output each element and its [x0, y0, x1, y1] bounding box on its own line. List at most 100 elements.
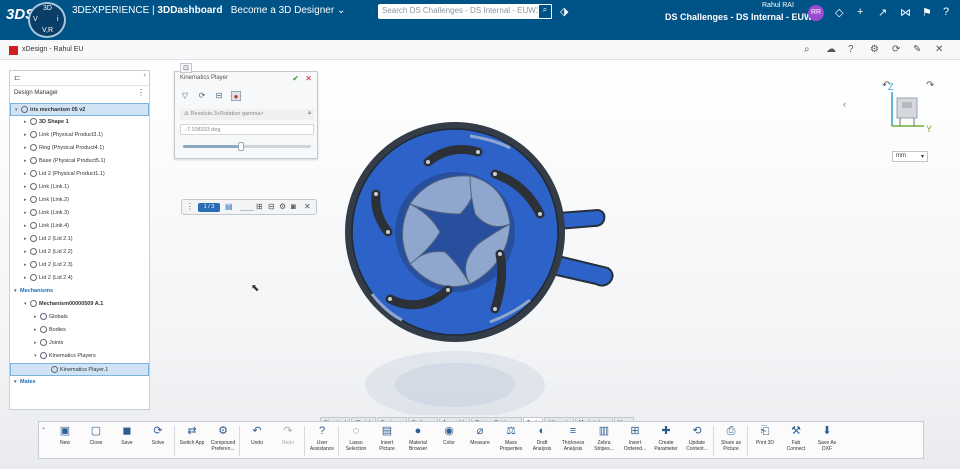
collapse-panel-icon[interactable]: ‹ [144, 72, 146, 79]
expand-arrow-icon[interactable]: ▸ [24, 246, 30, 259]
search-icon[interactable]: ⌕ [804, 44, 810, 55]
tree-item[interactable]: ▾ Kinematics Players [10, 350, 149, 363]
expand-arrow-icon[interactable]: ▸ [34, 311, 40, 324]
thickness-analysis-button[interactable]: ≡ Thickness Analysis [557, 425, 589, 459]
insert-step-icon[interactable]: ⊟ [268, 202, 275, 211]
measure-button[interactable]: ⌀ Measure [464, 425, 496, 459]
expand-arrow-icon[interactable]: ▸ [24, 272, 30, 285]
sensor-icon[interactable]: ⟳ [197, 91, 207, 101]
compass-icon[interactable]: 3D V i V,R [28, 2, 66, 38]
filter-icon[interactable]: ▽ [180, 91, 190, 101]
compound-preferen-button[interactable]: ⚙ Compound Preferen... [207, 425, 239, 459]
color-button[interactable]: ◉ Color [433, 425, 465, 459]
user-assistance-button[interactable]: ? User Assistance [306, 425, 338, 459]
expand-arrow-icon[interactable]: ▸ [34, 324, 40, 337]
panel-tab-icon[interactable]: ⊡ [180, 63, 192, 73]
lock-icon[interactable]: ⊟ [214, 91, 224, 101]
expand-arrow-icon[interactable]: ▸ [24, 194, 30, 207]
pin-icon[interactable]: ✎ [913, 44, 921, 55]
tree-item[interactable]: ▸ Lid 2 (Lid 2.4) [10, 272, 149, 285]
expand-arrow-icon[interactable]: ▸ [24, 181, 30, 194]
expand-arrow-icon[interactable]: ▸ [24, 220, 30, 233]
close-button[interactable]: ▢ Close [80, 425, 112, 459]
new-button[interactable]: ▣ New [49, 425, 81, 459]
collapse-toolbar-icon[interactable]: ⌄ [41, 424, 46, 431]
tree-item[interactable]: ▸ Link (Link.2) [10, 194, 149, 207]
lasso-selection-button[interactable]: ◌ Lasso Selection [340, 425, 372, 459]
tree-item[interactable]: ▸ Link (Link.3) [10, 207, 149, 220]
units-select[interactable]: mm ▾ [892, 151, 928, 162]
iris-mechanism-model[interactable] [330, 114, 630, 354]
expand-arrow-icon[interactable]: ▸ [24, 168, 30, 181]
tree-item[interactable]: ▸ Lid 2 (Lid 2.3) [10, 259, 149, 272]
cloud-icon[interactable]: ☁ [826, 44, 836, 55]
tree-item[interactable]: Kinematics Player.1 [10, 363, 149, 376]
expand-arrow-icon[interactable]: ▸ [24, 155, 30, 168]
slider-handle[interactable] [237, 142, 244, 151]
grip-icon[interactable]: ⋮ [186, 202, 194, 211]
gear-icon[interactable]: ⚙ [279, 202, 286, 211]
save-button[interactable]: ◼ Save [111, 425, 143, 459]
gear-icon[interactable]: ⚙ [870, 44, 879, 55]
mass-properties-button[interactable]: ⚖ Mass Properties [495, 425, 527, 459]
tree-item[interactable]: ▸ Ring (Physical Product4.1) [10, 142, 149, 155]
fab-connect-button[interactable]: ⚒ Fab Connect [780, 425, 812, 459]
close-icon[interactable]: ✕ [304, 202, 311, 211]
switch-app-button[interactable]: ⇄ Switch App [176, 425, 208, 459]
chevron-down-icon[interactable]: ▾ [921, 153, 924, 160]
add-step-icon[interactable]: ⊞ [256, 202, 263, 211]
tree-item[interactable]: ▾ iris mechanism 05 v2 [10, 103, 149, 116]
refresh-icon[interactable]: ⟳ [892, 44, 900, 55]
collapse-right-icon[interactable]: ‹ [843, 99, 846, 109]
expand-arrow-icon[interactable]: ▾ [34, 350, 40, 363]
help-icon[interactable]: ? [848, 44, 854, 55]
apps-icon[interactable]: ⚑ [922, 6, 932, 19]
insert-picture-button[interactable]: ▤ Insert Picture [371, 425, 403, 459]
create-parameter-button[interactable]: ✚ Create Parameter [650, 425, 682, 459]
tree-item[interactable]: ▸ Lid 2 (Lid 2.1) [10, 233, 149, 246]
undo-button[interactable]: ↶ Undo [241, 425, 273, 459]
zebra-stripes-button[interactable]: ▥ Zebra Stripes... [588, 425, 620, 459]
redo-button[interactable]: ↷ Redo [272, 425, 304, 459]
tree-item[interactable]: ▸ Bodies [10, 324, 149, 337]
tree-item[interactable]: ▸ Link (Link.4) [10, 220, 149, 233]
lock-icon[interactable]: 🔒︎ [308, 110, 311, 117]
expand-arrow-icon[interactable]: ▸ [34, 337, 40, 350]
search-icon[interactable]: ⌕ [538, 4, 552, 19]
tree-item[interactable]: ▸ Link (Link.1) [10, 181, 149, 194]
search-input[interactable]: Search DS Challenges - DS Internal - EUW… [378, 4, 550, 19]
step-counter[interactable]: 1 / 3 [198, 203, 220, 212]
share-as-picture-button[interactable]: ⎙ Share as Picture [715, 425, 747, 459]
close-icon[interactable]: ✕ [305, 74, 312, 83]
tree-item[interactable]: ▸ Lid 2 (Physical Product1.1) [10, 168, 149, 181]
avatar[interactable]: RR [808, 5, 824, 21]
tree-item[interactable]: ▸ Globals [10, 311, 149, 324]
expand-arrow-icon[interactable]: ▸ [24, 129, 30, 142]
expand-arrow-icon[interactable]: ▸ [24, 116, 30, 129]
list-icon[interactable]: ▤ [225, 202, 233, 211]
tree-item[interactable]: ▾ Mates [10, 376, 149, 389]
material-browser-button[interactable]: ● Material Browser [402, 425, 434, 459]
expand-arrow-icon[interactable]: ▾ [24, 298, 30, 311]
tree-item[interactable]: ▸ Base (Physical Product5.1) [10, 155, 149, 168]
tree-icon[interactable]: ⊏ [14, 73, 21, 82]
joint-selector[interactable]: ⚠ Revolute.3<Rotation gamma> 🔒︎ [180, 109, 314, 120]
expand-arrow-icon[interactable]: ▸ [24, 233, 30, 246]
share-icon[interactable]: ↗ [878, 6, 887, 19]
tenant-selector[interactable]: DS Challenges - DS Internal - EUW1 [665, 12, 818, 22]
joint-value-input[interactable]: -7.108333 deg [180, 124, 314, 135]
tree-item[interactable]: ▾ Mechanisms [10, 285, 149, 298]
record-icon[interactable]: ● [231, 91, 241, 101]
help-icon[interactable]: ? [943, 6, 949, 18]
expand-arrow-icon[interactable]: ▸ [24, 259, 30, 272]
expand-arrow-icon[interactable]: ▸ [24, 207, 30, 220]
update-content-button[interactable]: ⟲ Update Content... [681, 425, 713, 459]
expand-arrow-icon[interactable]: ▸ [24, 142, 30, 155]
ok-icon[interactable]: ✔ [292, 74, 299, 83]
chevron-down-icon[interactable]: ⌄ [337, 5, 345, 16]
tree-item[interactable]: ▸ 3D Shape 1 [10, 116, 149, 129]
tree-item[interactable]: ▸ Joints [10, 337, 149, 350]
camera-icon[interactable]: ◙ [291, 202, 296, 211]
close-icon[interactable]: ✕ [935, 44, 943, 55]
app-title[interactable]: 3DEXPERIENCE | 3DDashboard Become a 3D D… [72, 5, 345, 16]
